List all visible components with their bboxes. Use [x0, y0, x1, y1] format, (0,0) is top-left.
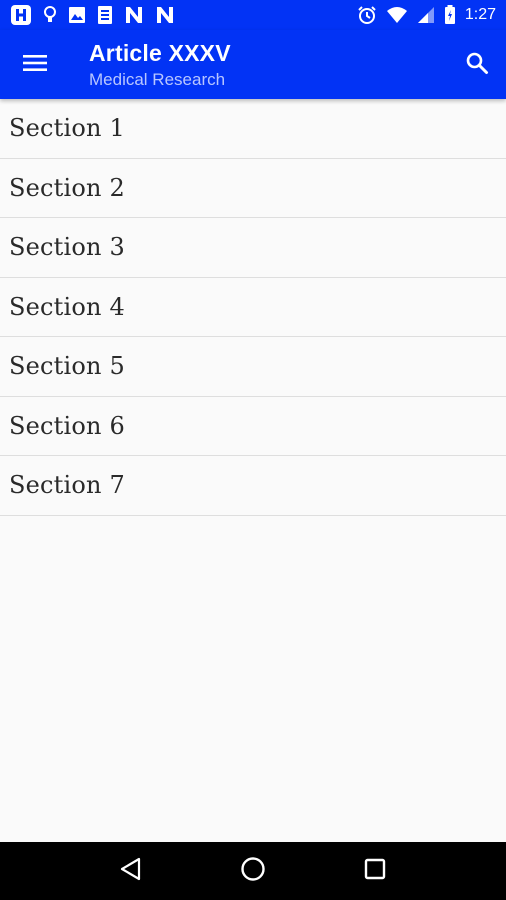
- menu-button[interactable]: [14, 44, 56, 86]
- search-button[interactable]: [456, 44, 498, 86]
- menu-icon: [23, 53, 47, 78]
- list-item-label: Section 2: [9, 173, 126, 202]
- home-icon: [240, 856, 266, 887]
- recents-icon: [364, 858, 386, 885]
- n-notification-icon: [155, 5, 175, 25]
- status-bar: 1:27: [0, 0, 506, 30]
- recents-button[interactable]: [350, 846, 400, 896]
- system-nav-bar: [0, 842, 506, 900]
- list-item-section-3[interactable]: Section 3: [0, 218, 506, 278]
- status-left-icons: [10, 5, 175, 25]
- list-item-section-1[interactable]: Section 1: [0, 99, 506, 159]
- battery-icon: [444, 5, 456, 25]
- list-item-section-2[interactable]: Section 2: [0, 158, 506, 218]
- list-item-label: Section 3: [9, 233, 126, 262]
- app-bar: Article XXXV Medical Research: [0, 30, 506, 99]
- status-time: 1:27: [464, 6, 496, 23]
- app-bar-titles: Article XXXV Medical Research: [89, 38, 231, 92]
- list-item-section-5[interactable]: Section 5: [0, 337, 506, 397]
- n-notification-icon: [124, 5, 144, 25]
- section-list: Section 1 Section 2 Section 3 Section 4 …: [0, 99, 506, 516]
- lightbulb-icon: [43, 5, 57, 25]
- back-icon: [119, 857, 143, 886]
- list-item-section-7[interactable]: Section 7: [0, 456, 506, 516]
- image-icon: [68, 5, 86, 25]
- list-item-label: Section 5: [9, 352, 126, 381]
- status-right-icons: 1:27: [357, 5, 496, 25]
- list-item-label: Section 1: [9, 114, 126, 143]
- home-button[interactable]: [228, 846, 278, 896]
- wifi-icon: [386, 5, 408, 25]
- list-item-label: Section 7: [9, 471, 126, 500]
- signal-icon: [417, 5, 435, 25]
- list-item-section-4[interactable]: Section 4: [0, 277, 506, 337]
- list-item-label: Section 6: [9, 411, 126, 440]
- list-item-section-6[interactable]: Section 6: [0, 396, 506, 456]
- page-subtitle: Medical Research: [89, 70, 226, 89]
- back-button[interactable]: [106, 846, 156, 896]
- page-title: Article XXXV: [89, 40, 231, 66]
- screen: 1:27 Article XXXV Medical Research Secti…: [0, 0, 506, 900]
- alarm-icon: [357, 5, 377, 25]
- search-icon: [465, 51, 489, 80]
- list-item-label: Section 4: [9, 292, 126, 321]
- app-h-icon: [10, 5, 32, 25]
- document-icon: [97, 5, 113, 25]
